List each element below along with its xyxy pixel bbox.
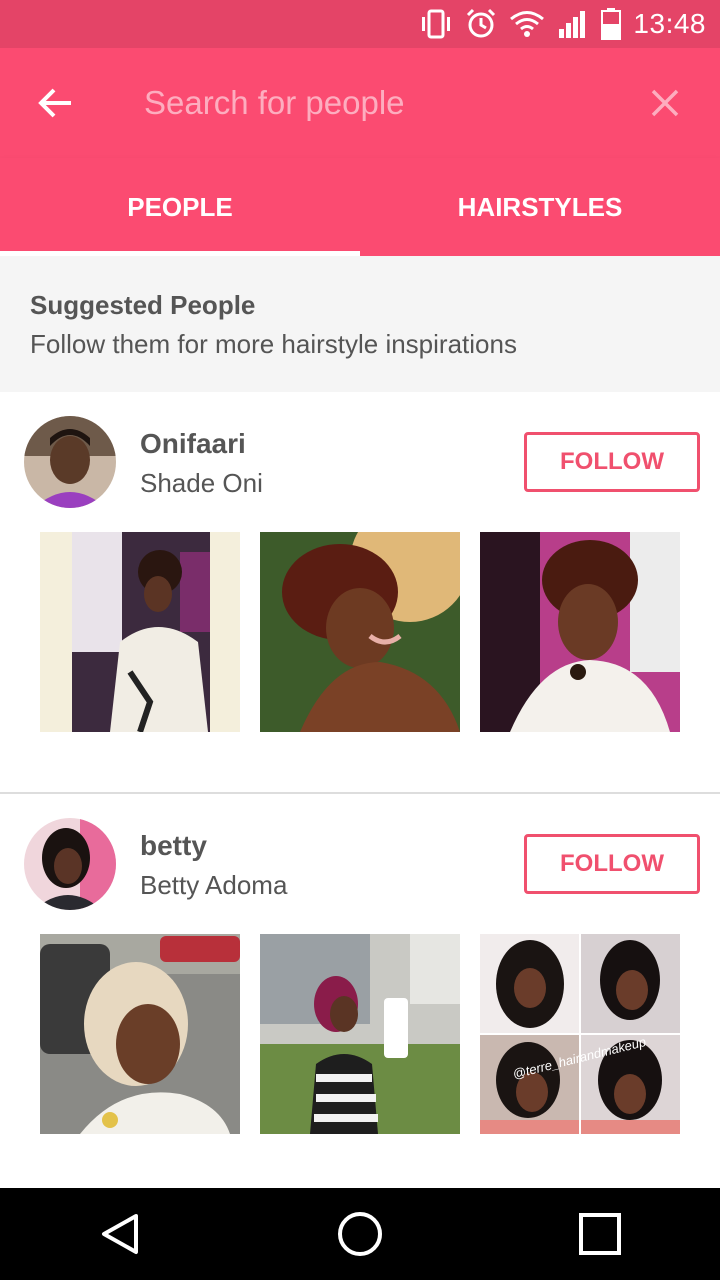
follow-button[interactable]: FOLLOW [524,834,700,894]
triangle-back-icon [102,1214,138,1254]
vibrate-icon [419,9,453,39]
hairstyle-photo[interactable] [260,934,460,1134]
close-icon [651,89,679,117]
wifi-icon [509,10,545,38]
clock: 13:48 [633,8,706,39]
section-subtitle: Follow them for more hairstyle inspirati… [30,329,517,359]
tab-people[interactable]: PEOPLE [0,158,360,256]
person-card-betty: betty Betty Adoma FOLLOW @terre_hairandm… [0,794,720,1188]
hairstyle-photo[interactable] [480,532,680,732]
battery-icon [601,8,622,40]
nav-recents-button[interactable] [540,1188,660,1280]
hairstyle-photo-collage[interactable]: @terre_hairandmakeup [480,934,680,1134]
person-card-onifaari: Onifaari Shade Oni FOLLOW [0,392,720,792]
nav-back-button[interactable] [60,1188,180,1280]
system-navigation-bar [0,1188,720,1280]
suggested-people-header: Suggested People Follow them for more ha… [0,256,720,392]
tab-hairstyles[interactable]: HAIRSTYLES [360,158,720,256]
section-title: Suggested People [30,290,256,320]
username: Onifaari [140,428,246,459]
hairstyle-photo[interactable] [40,934,240,1134]
full-name: Betty Adoma [140,870,288,900]
full-name: Shade Oni [140,468,263,498]
search-toolbar: Search for people [0,48,720,158]
avatar[interactable] [24,416,116,508]
signal-icon [557,9,589,39]
alarm-icon [465,8,497,40]
avatar[interactable] [24,818,116,910]
clear-search-button[interactable] [610,48,720,158]
hairstyle-photo[interactable] [40,532,240,732]
arrow-back-icon [38,88,71,118]
status-bar: 13:48 [0,0,720,48]
circle-home-icon [338,1212,382,1256]
back-button[interactable] [0,48,110,158]
hairstyle-photo[interactable] [260,532,460,732]
nav-home-button[interactable] [300,1188,420,1280]
username: betty [140,830,207,861]
follow-button[interactable]: FOLLOW [524,432,700,492]
tab-bar: PEOPLE HAIRSTYLES [0,158,720,256]
search-input[interactable]: Search for people [110,84,610,122]
square-recents-icon [579,1213,621,1255]
